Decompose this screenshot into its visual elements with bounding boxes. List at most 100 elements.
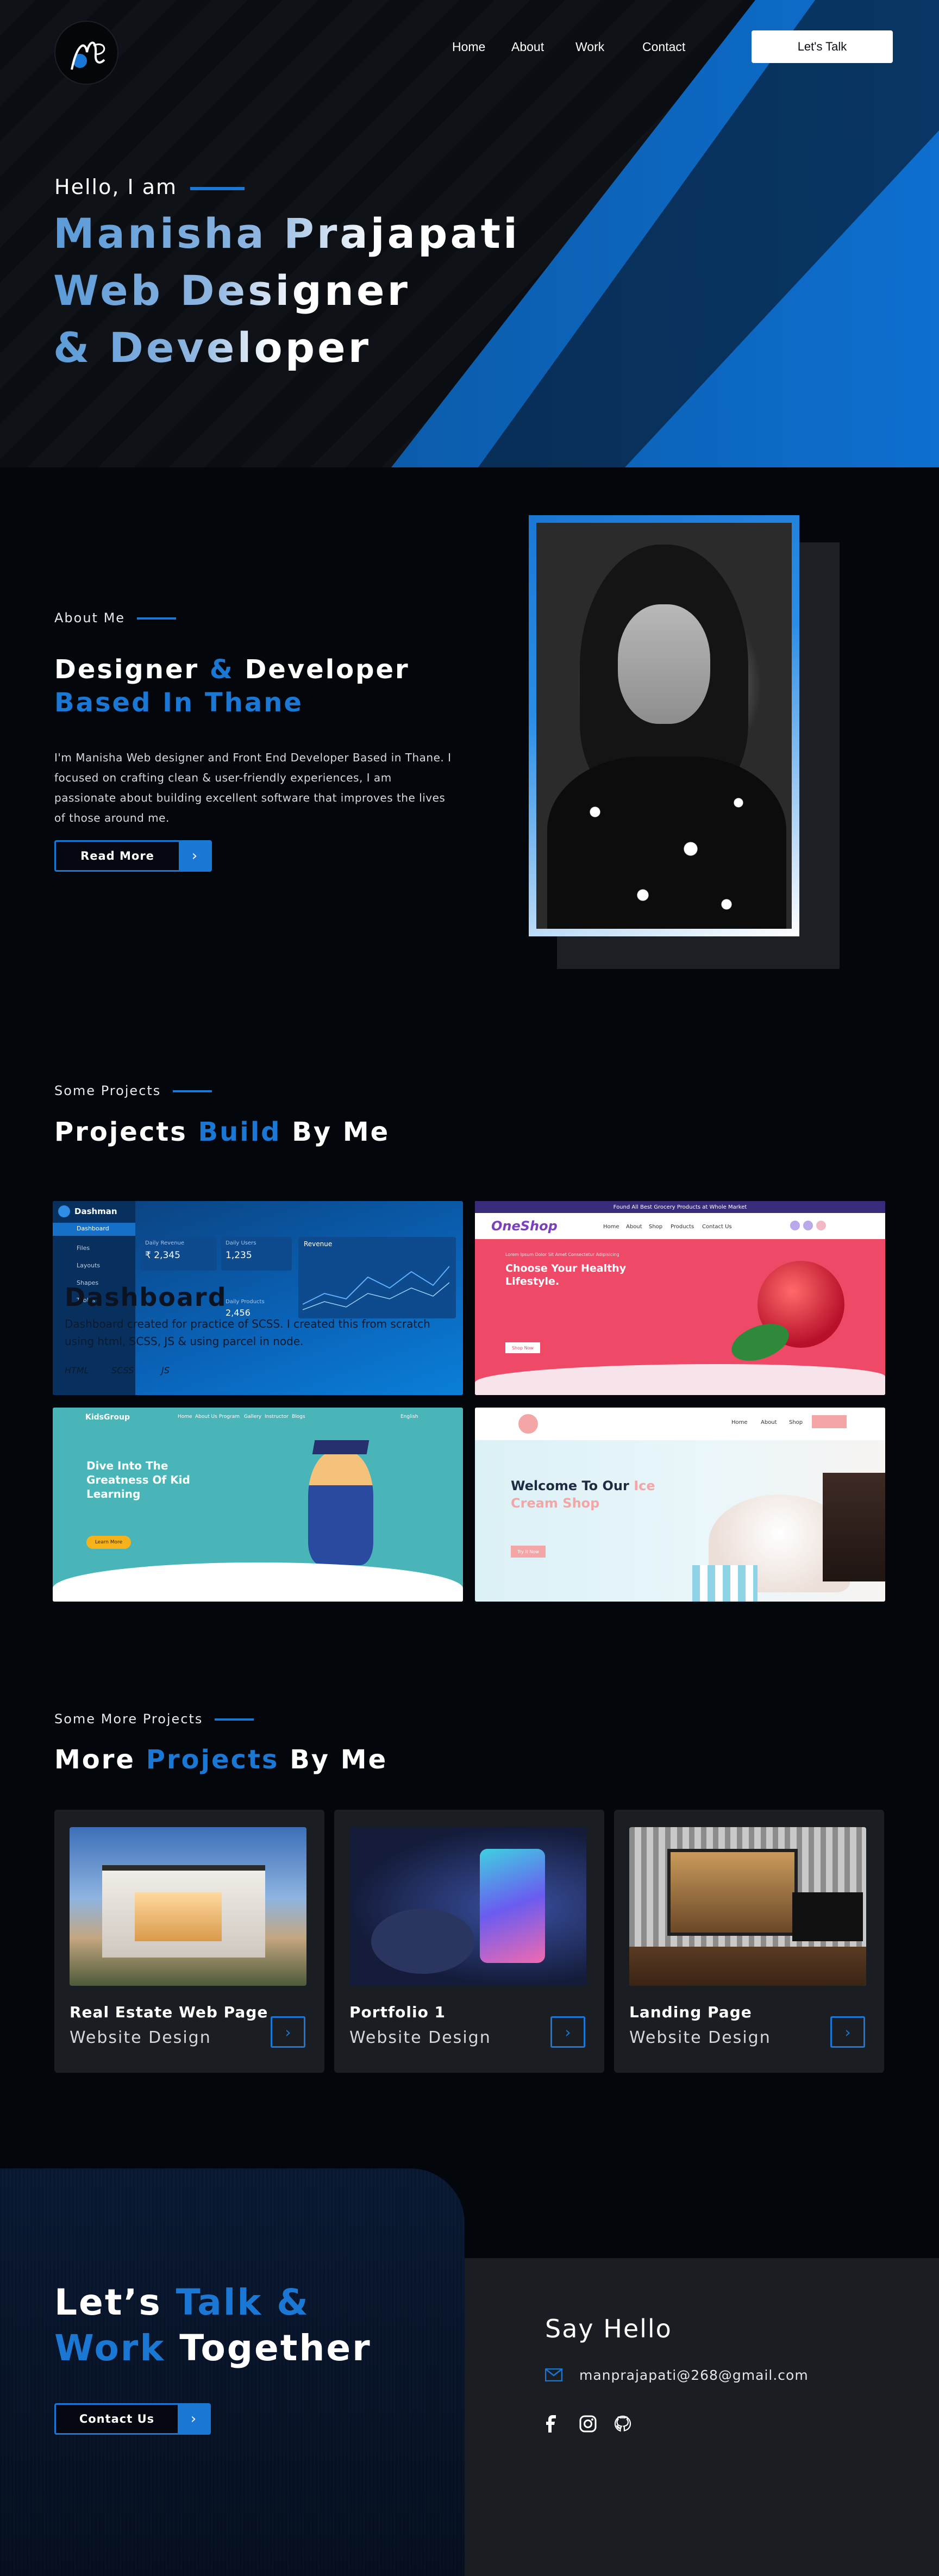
project-card-portfolio[interactable]: Portfolio 1 Website Design › <box>334 1810 604 2073</box>
project-kidsgroup[interactable]: KidsGroup Home About Us Program Gallery … <box>53 1408 463 1602</box>
more-eyebrow: Some More Projects <box>54 1711 254 1727</box>
contact-line1-a: Let’s <box>54 2281 176 2323</box>
ice-headline-c: Cream Shop <box>511 1496 600 1511</box>
landing-thumbnail <box>629 1827 866 1986</box>
site-logo[interactable] <box>54 21 118 85</box>
photo-body <box>547 756 786 929</box>
ice-logo-icon <box>518 1414 538 1434</box>
hero-section: Home About Work Contact Let's Talk Hello… <box>0 0 939 467</box>
profile-photo <box>536 523 792 929</box>
ice-cup-image <box>692 1565 758 1602</box>
contact-title-line2: Work Together <box>54 2327 372 2369</box>
projects-eyebrow-text: Some Projects <box>54 1083 161 1098</box>
nav-about[interactable]: About <box>511 40 544 54</box>
say-hello-panel <box>465 2258 939 2576</box>
kid-brand: KidsGroup <box>85 1413 130 1422</box>
photo-face <box>618 604 710 724</box>
hero-role-line2: & Developer <box>53 323 372 372</box>
shop-kicker: Lorem Ipsum Dolor Sit Amet Consectetur A… <box>505 1252 619 1257</box>
dash-menu-2: Layouts <box>77 1262 101 1269</box>
card-subtitle: Website Design <box>70 2028 211 2047</box>
kid-learn-button: Learn More <box>86 1536 131 1549</box>
about-title-amp: & <box>209 654 234 685</box>
shop-now-button: Shop Now <box>505 1342 540 1353</box>
dash-line-chart <box>303 1266 449 1310</box>
portfolio-thumbnail <box>349 1827 586 1986</box>
project-dashboard[interactable]: Dashman Dashboard Files Layouts Shapes T… <box>53 1201 463 1395</box>
email-address[interactable]: manprajapati@268@gmail.com <box>579 2367 809 2383</box>
about-title-line2: Based In Thane <box>54 687 303 718</box>
shop-menu-2: Shop <box>649 1224 663 1230</box>
kid-menu-1: About Us <box>195 1414 217 1420</box>
dash-tag-js: JS <box>161 1365 170 1375</box>
hero-role-line1: Web Designer <box>53 266 410 315</box>
contact-line1-b: Talk & <box>176 2281 310 2323</box>
about-body: I'm Manisha Web designer and Front End D… <box>54 751 452 824</box>
dash-stat-label: Daily Products <box>226 1299 265 1305</box>
contact-us-button[interactable]: Contact Us › <box>54 2403 211 2435</box>
chevron-right-icon: › <box>179 842 210 870</box>
shop-topbar: Found All Best Grocery Products at Whole… <box>475 1201 885 1213</box>
project-oneshop[interactable]: Found All Best Grocery Products at Whole… <box>475 1201 885 1395</box>
dash-stat-label: Daily Users <box>226 1240 256 1246</box>
project-icecream[interactable]: Home About Shop Welcome To Our Ice Cream … <box>475 1408 885 1602</box>
dash-logo-icon <box>58 1205 70 1217</box>
dash-stat-value: 1,235 <box>226 1250 252 1261</box>
more-title-c: By Me <box>279 1745 388 1775</box>
nav-work[interactable]: Work <box>575 40 604 54</box>
card-title: Portfolio 1 <box>349 2003 446 2021</box>
email-icon <box>544 2368 563 2384</box>
shop-menu-1: About <box>626 1224 642 1230</box>
eyebrow-line <box>173 1090 212 1092</box>
facebook-icon[interactable] <box>545 2415 558 2435</box>
instagram-icon[interactable] <box>579 2415 597 2435</box>
say-hello-title: Say Hello <box>545 2314 672 2343</box>
card-title: Real Estate Web Page <box>70 2003 268 2021</box>
card-subtitle: Website Design <box>629 2028 771 2047</box>
chevron-right-icon[interactable]: › <box>271 2016 305 2048</box>
logo-monogram-icon <box>71 41 105 70</box>
more-eyebrow-text: Some More Projects <box>54 1711 203 1727</box>
shop-user-icon <box>803 1221 813 1230</box>
github-icon[interactable] <box>614 2415 631 2435</box>
ice-menu-2: Shop <box>789 1420 803 1425</box>
nav-home[interactable]: Home <box>452 40 485 54</box>
shop-search-icon <box>790 1221 800 1230</box>
projects-title-a: Projects <box>54 1117 198 1147</box>
project-card-landing[interactable]: Landing Page Website Design › <box>614 1810 884 2073</box>
desk-image <box>629 1947 866 1986</box>
contact-us-label: Contact Us <box>79 2412 155 2425</box>
lets-talk-button[interactable]: Let's Talk <box>752 30 893 63</box>
chevron-right-icon[interactable]: › <box>550 2016 585 2048</box>
about-eyebrow-text: About Me <box>54 610 126 626</box>
profile-photo-frame <box>529 515 799 936</box>
dash-tag-html: HTML <box>65 1365 89 1375</box>
nav-contact[interactable]: Contact <box>642 40 685 54</box>
shop-headline: Choose Your Healthy Lifestyle. <box>505 1262 627 1287</box>
ice-menu-0: Home <box>731 1420 748 1425</box>
shop-menu-3: Products <box>671 1224 694 1230</box>
contact-panel <box>0 2168 465 2576</box>
shop-cart-icon <box>816 1221 826 1230</box>
real-estate-thumbnail <box>70 1827 306 1986</box>
monitor-screen <box>671 1852 794 1933</box>
kid-menu-2: Program <box>219 1414 240 1420</box>
card-title: Landing Page <box>629 2003 752 2021</box>
projects-title: Projects Build By Me <box>54 1117 390 1147</box>
hero-greeting: Hello, I am <box>54 175 245 199</box>
kid-menu-4: Instructor <box>265 1414 289 1420</box>
chevron-right-icon[interactable]: › <box>830 2016 865 2048</box>
kid-menu-0: Home <box>178 1414 192 1420</box>
monitor-image <box>667 1849 798 1936</box>
ice-headline: Welcome To Our Ice Cream Shop <box>511 1477 655 1512</box>
project-card-real-estate[interactable]: Real Estate Web Page Website Design › <box>54 1810 324 2073</box>
phone-image <box>480 1849 545 1963</box>
dash-brand: Dashman <box>74 1206 117 1216</box>
read-more-button[interactable]: Read More › <box>54 840 212 872</box>
dash-tag-scss: SCSS <box>111 1365 134 1375</box>
about-title-b: Developer <box>234 654 410 685</box>
kid-menu-5: Blogs <box>292 1414 305 1420</box>
dash-chart-label: Revenue <box>304 1240 333 1248</box>
projects-title-c: By Me <box>281 1117 390 1147</box>
dash-overlay-title: Dashboard <box>65 1283 227 1312</box>
